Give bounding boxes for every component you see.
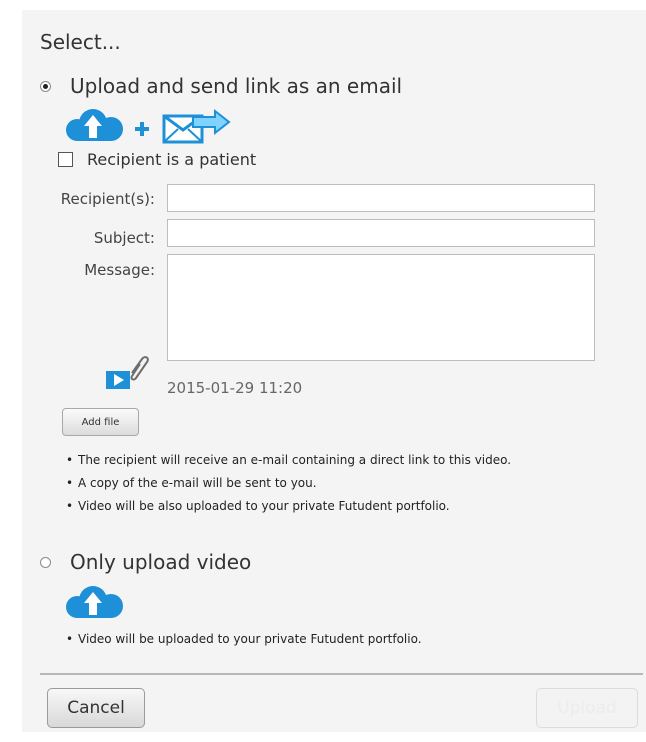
email-option-label: Upload and send link as an email xyxy=(70,74,403,98)
subject-input[interactable] xyxy=(167,219,595,247)
dialog-title: Select... xyxy=(40,30,121,54)
plus-icon xyxy=(135,122,149,136)
upload-only-option-label: Only upload video xyxy=(70,550,252,574)
recipient-is-patient-label: Recipient is a patient xyxy=(87,150,257,169)
cloud-upload-icon xyxy=(66,109,123,141)
cloud-upload-icon xyxy=(65,585,127,625)
recipients-label: Recipient(s): xyxy=(60,190,155,208)
video-attachment-icon xyxy=(104,353,150,397)
add-file-button[interactable]: Add file xyxy=(62,408,139,436)
message-textarea[interactable] xyxy=(167,254,595,361)
recipient-is-patient-checkbox[interactable] xyxy=(58,152,73,167)
upload-button[interactable]: Upload xyxy=(536,688,638,728)
email-note: A copy of the e-mail will be sent to you… xyxy=(66,472,511,495)
recipient-is-patient-checkbox-row[interactable]: Recipient is a patient xyxy=(58,150,256,169)
footer-divider xyxy=(40,673,643,675)
attachment-timestamp: 2015-01-29 11:20 xyxy=(167,379,303,397)
email-notes-list: The recipient will receive an e-mail con… xyxy=(66,449,511,518)
email-note: The recipient will receive an e-mail con… xyxy=(66,449,511,472)
upload-dialog: Select... Upload and send link as an ema… xyxy=(22,10,646,732)
email-option-icons xyxy=(65,108,245,148)
subject-label: Subject: xyxy=(93,229,155,247)
upload-note: Video will be uploaded to your private F… xyxy=(66,628,422,651)
cancel-button[interactable]: Cancel xyxy=(47,688,145,728)
email-option-radio[interactable]: Upload and send link as an email xyxy=(40,74,402,98)
upload-only-option-radio[interactable]: Only upload video xyxy=(40,550,251,574)
upload-notes-list: Video will be uploaded to your private F… xyxy=(66,628,422,651)
email-send-icon xyxy=(162,108,231,144)
email-option-radio-button[interactable] xyxy=(40,80,51,92)
recipients-input[interactable] xyxy=(167,184,595,212)
message-label: Message: xyxy=(84,261,155,279)
upload-only-option-radio-button[interactable] xyxy=(40,556,51,568)
email-note: Video will be also uploaded to your priv… xyxy=(66,495,511,518)
